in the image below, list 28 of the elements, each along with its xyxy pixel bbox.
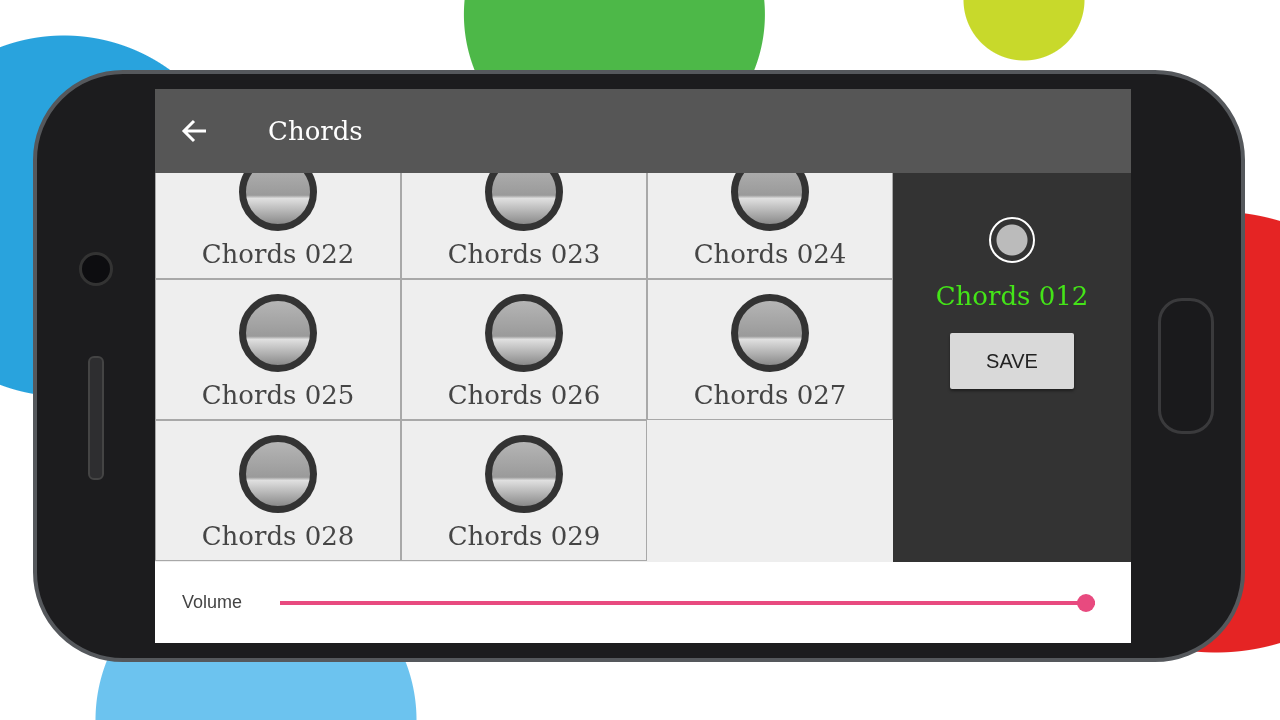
pad-label: Chords 026: [447, 380, 601, 410]
round-pad-icon: [989, 217, 1035, 263]
pad-label: Chords 027: [693, 380, 847, 410]
pad-label: Chords 029: [447, 521, 601, 551]
chord-pad[interactable]: Chords 024: [647, 173, 893, 279]
chord-pad[interactable]: Chords 026: [401, 279, 647, 420]
speaker-grille-icon: [88, 356, 104, 480]
pad-label: Chords 025: [201, 380, 355, 410]
save-button[interactable]: SAVE: [950, 333, 1074, 389]
pad-label: Chords 028: [201, 521, 355, 551]
pad-label: Chords 022: [201, 239, 355, 269]
chord-pad[interactable]: Chords 023: [401, 173, 647, 279]
chord-pad[interactable]: Chords 025: [155, 279, 401, 420]
chord-pad[interactable]: Chords 029: [401, 420, 647, 561]
round-pad-icon: [485, 173, 563, 231]
slider-thumb[interactable]: [1077, 593, 1095, 612]
pad-label: Chords 023: [447, 239, 601, 269]
camera-icon: [79, 252, 113, 286]
current-sound-label: Chords 012: [935, 281, 1089, 311]
volume-label: Volume: [182, 592, 243, 613]
chord-pad[interactable]: Chords 022: [155, 173, 401, 279]
back-arrow-icon[interactable]: [180, 117, 208, 145]
screen-title: Chords: [268, 116, 363, 146]
chord-pad[interactable]: Chords 028: [155, 420, 401, 561]
pad-label: Chords 024: [693, 239, 847, 269]
chord-pad[interactable]: Chords 027: [647, 279, 893, 420]
round-pad-icon: [239, 173, 317, 231]
round-pad-icon: [731, 173, 809, 231]
